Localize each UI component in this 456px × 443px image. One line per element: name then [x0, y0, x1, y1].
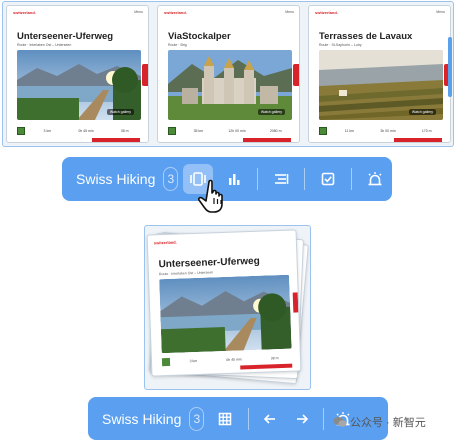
- stacked-card-front[interactable]: switzerland. Unterseener-Uferweg Route ·…: [146, 229, 302, 377]
- card-title: Unterseener-Uferweg: [17, 31, 114, 42]
- brand-logo: switzerland.: [153, 239, 177, 246]
- card-subtitle: Route · Interlaken Ost – Unterseen: [158, 270, 214, 277]
- stat-duration: 0h 45 min: [78, 128, 94, 133]
- route-card[interactable]: switzerland. Menu Unterseener-Uferweg Ro…: [6, 5, 149, 143]
- route-stats: 11 km 3h 00 min 170 m: [319, 124, 443, 138]
- cta-bar[interactable]: [92, 138, 140, 142]
- stage: switzerland. Menu Unterseener-Uferweg Ro…: [0, 0, 456, 443]
- watermark: 公众号 · 新智元: [333, 414, 426, 430]
- checkbox-icon[interactable]: [313, 164, 343, 194]
- stat-ascent: 2080 m: [269, 128, 282, 133]
- stat-duration: 12h 00 min: [228, 128, 246, 133]
- item-count-badge: 3: [189, 406, 205, 431]
- watch-gallery-button[interactable]: Watch gallery: [408, 109, 436, 115]
- lake-promenade-photo: [159, 274, 292, 354]
- side-tab[interactable]: [292, 292, 299, 313]
- stat-distance: 11 km: [344, 128, 354, 133]
- stat-duration: 3h 00 min: [380, 128, 396, 133]
- toolbar-divider: [257, 168, 259, 190]
- card-subtitle: Route · St-Saphorin – Lutry: [319, 43, 362, 47]
- brand-logo: switzerland.: [315, 10, 338, 15]
- stat-duration: 0h 45 min: [226, 357, 242, 362]
- app-logo-icon: [161, 357, 171, 367]
- card-title: ViaStockalper: [168, 31, 231, 42]
- stat-distance: 35 km: [193, 128, 204, 133]
- side-tab[interactable]: [142, 64, 148, 86]
- wechat-icon: [333, 417, 347, 427]
- card-title: Unterseener-Uferweg: [158, 255, 260, 271]
- route-stats: 35 km 12h 00 min 2080 m: [168, 124, 292, 138]
- brand-logo: switzerland.: [13, 10, 36, 15]
- toolbar-divider: [304, 168, 306, 190]
- scrollbar[interactable]: [448, 37, 452, 97]
- toolbar-divider: [248, 407, 250, 430]
- stat-ascent: 38 m: [120, 128, 129, 133]
- toolbar-divider: [323, 407, 325, 430]
- grid-icon[interactable]: [210, 404, 240, 434]
- route-card[interactable]: switzerland. Menu ViaStockalper Route · …: [157, 5, 300, 143]
- watch-gallery-button[interactable]: Watch gallery: [106, 109, 134, 115]
- sort-icon[interactable]: [266, 164, 296, 194]
- cta-bar[interactable]: [243, 138, 291, 142]
- watch-gallery-button[interactable]: Watch gallery: [257, 109, 285, 115]
- stat-distance: 3 km: [189, 358, 198, 364]
- arrow-left-icon[interactable]: [255, 404, 285, 434]
- item-count-badge: 3: [163, 167, 179, 191]
- route-card[interactable]: switzerland. Menu Terrasses de Lavaux Ro…: [308, 5, 451, 143]
- collection-title: Swiss Hiking: [102, 410, 182, 427]
- app-logo-icon: [17, 127, 25, 135]
- toolbar-divider: [351, 168, 353, 190]
- hand-cursor-icon: [197, 178, 231, 214]
- carousel-frame: switzerland. Menu Unterseener-Uferweg Ro…: [2, 1, 454, 147]
- menu-button[interactable]: Menu: [436, 10, 445, 14]
- menu-button[interactable]: Menu: [134, 10, 143, 14]
- stat-ascent: 38 m: [270, 356, 279, 361]
- side-tab[interactable]: [293, 64, 299, 86]
- card-title: Terrasses de Lavaux: [319, 31, 413, 42]
- app-logo-icon: [319, 127, 327, 135]
- card-subtitle: Route · Interlaken Ost – Unterseen: [17, 43, 72, 47]
- arrow-right-icon[interactable]: [287, 404, 317, 434]
- card-subtitle: Route · Brig: [168, 43, 187, 47]
- route-stats: 3 km 0h 45 min 38 m: [17, 124, 141, 138]
- menu-button[interactable]: Menu: [285, 10, 294, 14]
- brand-logo: switzerland.: [164, 10, 187, 15]
- watermark-text: 公众号 · 新智元: [350, 417, 426, 429]
- cta-bar[interactable]: [394, 138, 442, 142]
- collection-title: Swiss Hiking: [76, 171, 156, 187]
- cta-bar[interactable]: [240, 363, 293, 370]
- app-logo-icon: [168, 127, 176, 135]
- stat-ascent: 170 m: [421, 128, 432, 133]
- stack-frame: switzerland. Unterseener-Uferweg Route ·…: [144, 225, 311, 390]
- alarm-icon[interactable]: [360, 164, 390, 194]
- stat-distance: 3 km: [43, 128, 52, 133]
